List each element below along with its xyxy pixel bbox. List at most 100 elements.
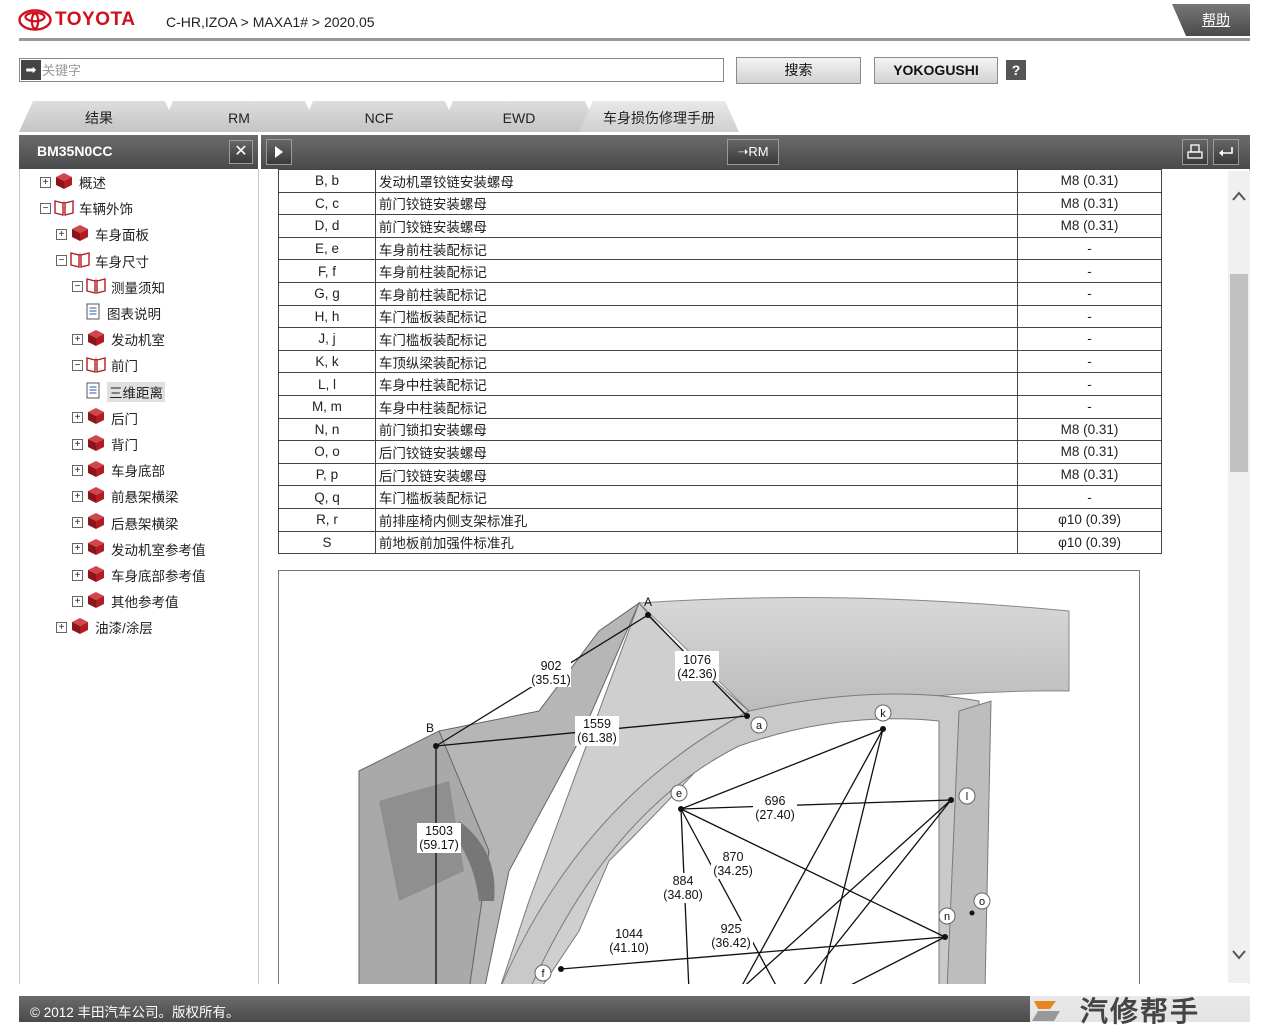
- collapse-icon[interactable]: −: [40, 202, 51, 214]
- tree-node[interactable]: + 发动机室参考值: [72, 538, 206, 560]
- tree-node-label: 发动机室参考值: [111, 542, 206, 558]
- vertical-scrollbar[interactable]: [1228, 171, 1250, 983]
- breadcrumb: C-HR,IZOA > MAXA1# > 2020.05: [166, 14, 375, 30]
- tree-node[interactable]: − 前门: [72, 354, 138, 376]
- expand-icon[interactable]: +: [72, 333, 83, 345]
- play-button[interactable]: [266, 139, 292, 165]
- collapse-icon[interactable]: −: [72, 359, 83, 371]
- search-input[interactable]: [42, 59, 720, 81]
- tree-node[interactable]: + 发动机室: [72, 328, 165, 350]
- table-row: B, b 发动机罩铰链安装螺母 M8 (0.31): [278, 169, 1162, 193]
- dimension-in: (59.17): [419, 838, 459, 852]
- tab-results[interactable]: 结果: [19, 101, 179, 132]
- tree-node[interactable]: + 概述: [40, 171, 106, 193]
- chevron-down-icon[interactable]: [1228, 944, 1250, 966]
- expand-icon[interactable]: +: [72, 517, 83, 529]
- book-open-icon: [86, 355, 106, 376]
- tab-ewd[interactable]: EWD: [439, 101, 599, 132]
- tree-node[interactable]: + 其他参考值: [72, 590, 179, 612]
- toyota-logo: TOYOTA: [18, 9, 135, 31]
- header-divider: [19, 38, 1250, 41]
- expand-icon[interactable]: +: [72, 543, 83, 555]
- dimension-in: (34.25): [713, 864, 753, 878]
- description-cell: 前门铰链安装螺母: [374, 214, 1019, 238]
- size-cell: φ10 (0.39): [1017, 507, 1162, 532]
- tree-node[interactable]: + 车身底部: [72, 459, 165, 481]
- tree-node[interactable]: − 车辆外饰: [40, 197, 133, 219]
- search-field: ➡: [19, 58, 724, 82]
- dimension-mm: 1559: [583, 717, 611, 731]
- search-button[interactable]: 搜索: [736, 57, 861, 84]
- description-cell: 前门铰链安装螺母: [374, 191, 1019, 216]
- expand-icon[interactable]: +: [72, 595, 83, 607]
- tree-node-label: 概述: [79, 176, 106, 191]
- question-help-button[interactable]: ?: [1006, 60, 1026, 80]
- size-cell: M8 (0.31): [1017, 191, 1162, 216]
- tab-ncf[interactable]: NCF: [299, 101, 459, 132]
- point-code-cell: R, r: [278, 507, 376, 532]
- point-code-cell: P, p: [278, 462, 376, 487]
- brand-name: TOYOTA: [55, 9, 136, 30]
- play-icon: [275, 146, 283, 158]
- back-button[interactable]: [1213, 139, 1239, 165]
- expand-icon[interactable]: +: [56, 228, 67, 240]
- tree-node[interactable]: 三维距离: [72, 381, 165, 403]
- chevron-up-icon[interactable]: [1228, 185, 1250, 207]
- toyota-emblem-icon: [18, 9, 52, 31]
- tree-node[interactable]: − 测量须知: [72, 276, 165, 298]
- collapse-icon[interactable]: −: [56, 255, 67, 267]
- close-button[interactable]: ✕: [229, 140, 253, 164]
- tree-node[interactable]: + 后悬架横梁: [72, 512, 179, 534]
- tree-node[interactable]: + 背门: [72, 433, 138, 455]
- arrow-right-icon: ➝: [737, 144, 749, 159]
- expand-icon[interactable]: +: [72, 412, 83, 424]
- tree-node[interactable]: + 车身底部参考值: [72, 564, 206, 586]
- tree-node[interactable]: + 前悬架横梁: [72, 485, 179, 507]
- size-cell: M8 (0.31): [1017, 440, 1162, 464]
- tree-node[interactable]: + 后门: [72, 407, 138, 429]
- point-code-cell: N, n: [278, 417, 376, 442]
- expand-icon[interactable]: +: [40, 176, 51, 188]
- watermark-logo-icon: [1032, 1001, 1060, 1021]
- expand-icon[interactable]: +: [56, 621, 67, 633]
- dimension-in: (61.38): [577, 731, 617, 745]
- tree-node-label: 后悬架横梁: [111, 516, 179, 532]
- tree-node-label: 测量须知: [111, 280, 165, 296]
- tree-node[interactable]: + 车身面板: [56, 223, 149, 245]
- tree-node[interactable]: − 车身尺寸: [56, 250, 149, 272]
- tab-body-repair-manual[interactable]: 车身损伤修理手册: [579, 101, 739, 132]
- rm-button-label: RM: [748, 144, 769, 159]
- scroll-thumb[interactable]: [1230, 274, 1248, 472]
- point-code-cell: L, l: [278, 372, 376, 396]
- tree-node[interactable]: + 油漆/涂层: [56, 616, 153, 638]
- expand-icon[interactable]: +: [72, 464, 83, 476]
- point-label: a: [756, 720, 763, 732]
- description-cell: 发动机罩铰链安装螺母: [374, 169, 1019, 193]
- tab-rm[interactable]: RM: [159, 101, 319, 132]
- expand-icon[interactable]: +: [72, 490, 83, 502]
- description-cell: 前门锁扣安装螺母: [374, 417, 1019, 442]
- print-button[interactable]: [1182, 139, 1208, 165]
- book-closed-icon: [86, 460, 106, 481]
- tree-node-label: 油漆/涂层: [95, 621, 153, 637]
- page-icon: [86, 303, 100, 323]
- tree-node[interactable]: 图表说明: [72, 302, 161, 324]
- size-cell: -: [1017, 281, 1162, 306]
- copyright-text: © 2012 丰田汽车公司。版权所有。: [30, 1005, 240, 1020]
- size-cell: M8 (0.31): [1017, 417, 1162, 442]
- dimension-mm: 925: [721, 922, 742, 936]
- description-cell: 车身中柱装配标记: [374, 372, 1019, 396]
- yokogushi-button[interactable]: YOKOGUSHI: [874, 57, 998, 84]
- expand-icon[interactable]: +: [72, 569, 83, 581]
- description-cell: 车身前柱装配标记: [374, 259, 1019, 283]
- expand-icon[interactable]: +: [72, 438, 83, 450]
- tree-node-label: 图表说明: [107, 307, 161, 322]
- point-code-cell: Q, q: [278, 485, 376, 509]
- goto-rm-button[interactable]: ➝RM: [727, 139, 779, 165]
- book-closed-icon: [86, 512, 106, 533]
- size-cell: -: [1017, 394, 1162, 419]
- dimension-mm: 902: [541, 659, 562, 673]
- table-row: Q, q 车门槛板装配标记 -: [278, 485, 1162, 509]
- help-button[interactable]: 帮助: [1172, 4, 1250, 36]
- collapse-icon[interactable]: −: [72, 281, 83, 293]
